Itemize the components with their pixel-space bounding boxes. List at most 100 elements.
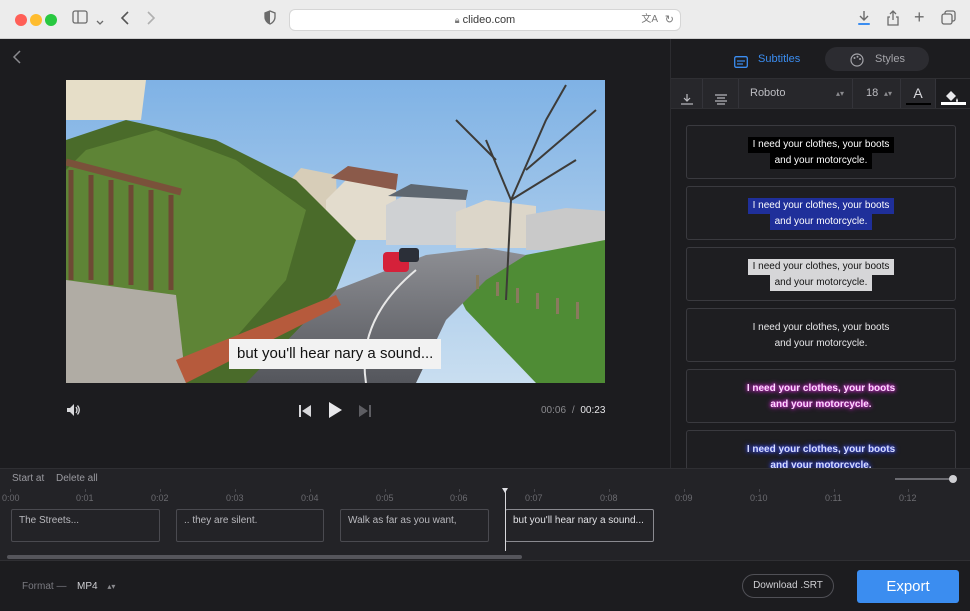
tick-mark [385, 489, 386, 492]
share-icon[interactable] [886, 10, 900, 31]
time-ruler[interactable]: 0:00 0:01 0:02 0:03 0:04 0:05 0:06 0:07 … [0, 489, 970, 503]
style-preset-plain[interactable]: I need your clothes, your boots and your… [686, 308, 956, 362]
style-toolbar: Roboto ▴▾ 18 ▴▾ A [671, 78, 970, 109]
style-preset-pink-glow[interactable]: I need your clothes, your boots and your… [686, 369, 956, 423]
sidebar-icon[interactable] [72, 10, 88, 29]
lock-icon: 🔒︎ [454, 15, 460, 25]
playhead[interactable] [502, 488, 508, 551]
reload-icon[interactable]: ↻ [665, 10, 674, 30]
preset-line-2: and your motorcycle. [770, 460, 872, 468]
tick-label: 0:08 [600, 493, 618, 503]
text-align-button[interactable] [703, 79, 739, 108]
style-preset-blue-glow[interactable]: I need your clothes, your boots and your… [686, 430, 956, 468]
style-preset-blue-box[interactable]: I need your clothes, your boots and your… [686, 186, 956, 240]
tab-subtitles[interactable]: Subtitles [726, 47, 836, 71]
tick-mark [759, 489, 760, 492]
tick-label: 0:05 [376, 493, 394, 503]
tick-label: 0:11 [825, 493, 842, 503]
subtitle-clip[interactable]: The Streets... [11, 509, 160, 542]
tab-overview-icon[interactable] [941, 10, 956, 30]
palette-icon [850, 52, 864, 76]
tick-mark [10, 489, 11, 492]
download-srt-button[interactable]: Download .SRT [742, 574, 834, 598]
zoom-slider[interactable] [895, 475, 957, 483]
subtitle-clip-active[interactable]: but you'll hear nary a sound... [505, 509, 654, 542]
format-label: Format — [22, 581, 67, 592]
align-bottom-icon [681, 88, 693, 117]
preset-line-1: I need your clothes, your boots [747, 259, 895, 275]
zoom-slider-knob[interactable] [949, 475, 957, 483]
preset-line-2: and your motorcycle. [769, 214, 873, 230]
preview-area: but you'll hear nary a sound... 00:06 / … [0, 39, 670, 468]
downloads-icon[interactable] [857, 10, 871, 31]
playhead-handle[interactable] [502, 488, 508, 493]
current-time: 00:06 [541, 405, 567, 416]
url-text: clideo.com [462, 14, 516, 26]
tick-mark [609, 489, 610, 492]
tab-styles-label: Styles [875, 53, 905, 65]
paint-bucket-icon [946, 86, 960, 115]
preset-line-2: and your motorcycle. [770, 399, 872, 410]
background-color-button[interactable] [936, 79, 970, 108]
export-bar: Format — MP4 ▴▾ Download .SRT Export [0, 560, 970, 611]
background-color-swatch [941, 102, 966, 105]
preset-line-1: I need your clothes, your boots [747, 137, 895, 153]
updown-icon: ▴▾ [835, 89, 844, 98]
start-at-button[interactable]: Start at [12, 473, 44, 484]
preset-line-2: and your motorcycle. [774, 338, 868, 349]
next-subtitle-icon[interactable] [359, 404, 371, 420]
new-tab-icon[interactable]: + [914, 8, 925, 26]
tick-label: 0:04 [301, 493, 319, 503]
preset-line-1: I need your clothes, your boots [746, 383, 896, 394]
format-select[interactable]: MP4 ▴▾ [77, 581, 115, 592]
font-size-select[interactable]: 18 ▴▾ [853, 79, 901, 108]
play-icon[interactable] [328, 402, 342, 421]
preset-line-1: I need your clothes, your boots [747, 198, 895, 214]
minimize-window-button[interactable] [30, 14, 42, 26]
tick-mark [310, 489, 311, 492]
preset-line-1: I need your clothes, your boots [746, 444, 896, 455]
chevron-down-icon[interactable] [96, 14, 104, 32]
timeline-scrollbar[interactable] [7, 555, 522, 559]
tab-styles[interactable]: Styles [825, 47, 929, 71]
align-center-icon [715, 88, 727, 117]
subtitle-clip[interactable]: .. they are silent. [176, 509, 324, 542]
tick-mark [834, 489, 835, 492]
timeline: Start at Delete all 0:00 0:01 0:02 0:03 … [0, 468, 970, 560]
align-bottom-button[interactable] [671, 79, 703, 108]
editor-app: but you'll hear nary a sound... 00:06 / … [0, 39, 970, 611]
updown-icon: ▴▾ [883, 89, 892, 98]
total-time: 00:23 [580, 405, 606, 416]
tick-mark [908, 489, 909, 492]
subtitle-clip[interactable]: Walk as far as you want, [340, 509, 489, 542]
style-preset-light-box[interactable]: I need your clothes, your boots and your… [686, 247, 956, 301]
address-bar[interactable]: 🔒︎ clideo.com 文A ↻ [289, 9, 681, 31]
back-arrow-icon[interactable] [12, 49, 22, 70]
close-window-button[interactable] [15, 14, 27, 26]
tick-mark [534, 489, 535, 492]
export-button[interactable]: Export [857, 570, 959, 603]
subtitle-panel: Subtitles Styles Roboto ▴▾ 18 ▴▾ A I nee… [670, 39, 970, 468]
tick-mark [459, 489, 460, 492]
preset-line-1: I need your clothes, your boots [752, 322, 890, 333]
tick-mark [684, 489, 685, 492]
delete-all-button[interactable]: Delete all [56, 473, 98, 484]
video-preview[interactable]: but you'll hear nary a sound... [66, 80, 605, 383]
translate-icon[interactable]: 文A [641, 10, 658, 30]
tick-mark [85, 489, 86, 492]
font-family-value: Roboto [750, 87, 786, 99]
tick-label: 0:06 [450, 493, 468, 503]
shield-icon[interactable] [264, 10, 276, 30]
text-color-button[interactable]: A [901, 79, 936, 108]
previous-subtitle-icon[interactable] [299, 404, 311, 420]
maximize-window-button[interactable] [45, 14, 57, 26]
browser-toolbar: 🔒︎ clideo.com 文A ↻ + [0, 0, 970, 39]
volume-icon[interactable] [66, 403, 81, 420]
font-family-select[interactable]: Roboto ▴▾ [739, 79, 853, 108]
forward-nav-icon[interactable] [146, 10, 156, 31]
style-preset-black-box[interactable]: I need your clothes, your boots and your… [686, 125, 956, 179]
tick-mark [235, 489, 236, 492]
back-nav-icon[interactable] [120, 10, 130, 31]
text-color-icon: A [913, 85, 923, 101]
preset-line-2: and your motorcycle. [769, 153, 873, 169]
